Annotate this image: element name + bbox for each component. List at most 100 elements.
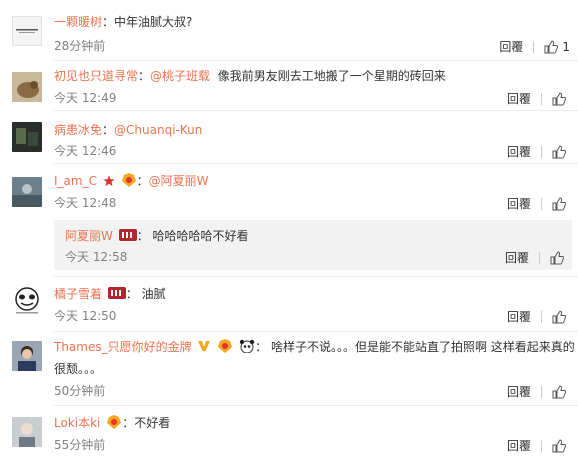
- divider: [541, 310, 542, 323]
- avatar-image: [12, 72, 42, 102]
- comment-time: 55分钟前: [54, 438, 106, 452]
- avatar-image: [12, 177, 42, 207]
- thumbs-up-icon[interactable]: [552, 196, 566, 211]
- comment-line: 一颗暖树：中年油腻大叔?: [54, 14, 192, 30]
- reply-time: 今天 12:58: [65, 250, 128, 264]
- thumbs-up-icon[interactable]: [550, 250, 564, 265]
- divider: [539, 251, 540, 264]
- comment-username[interactable]: Loki本ki: [54, 416, 100, 430]
- vip-badge-icon[interactable]: [217, 339, 233, 353]
- colon: ：: [136, 229, 153, 243]
- colon: ：: [125, 287, 142, 301]
- comment-text-continued: 很颓。。。: [54, 361, 102, 377]
- reply-button[interactable]: 回覆: [507, 383, 531, 400]
- comment-line: 初见也只道寻常：@桃子班载 像我前男友刚去工地搬了一个星期的砖回来: [54, 68, 446, 84]
- comment-text: 像我前男友刚去工地搬了一个星期的砖回来: [217, 69, 446, 83]
- comment-username[interactable]: 一颗暖树: [54, 15, 102, 29]
- comment-line: Thames_只愿你好的金牌 ： 啥样子不说。。。但是能不能站直了拍照啊 这样看…: [54, 339, 575, 355]
- reply-text: 哈哈哈哈哈不好看: [152, 229, 249, 243]
- comment-text: 啥样子不说。。。但是能不能站直了拍照啊 这样看起来真的: [270, 340, 575, 354]
- comment-line: 病患冰免：@Chuanqi-Kun: [54, 122, 202, 138]
- reply-button[interactable]: 回覆: [507, 143, 531, 160]
- panda-badge-icon[interactable]: [239, 339, 255, 353]
- comment-username[interactable]: 初见也只道寻常: [54, 69, 138, 83]
- avatar[interactable]: [12, 177, 42, 207]
- comment-actions: 回覆: [507, 308, 570, 325]
- comment-time: 28分钟前: [54, 39, 106, 53]
- thumbs-up-icon[interactable]: [544, 39, 559, 54]
- reply-username[interactable]: 阿夏丽W: [65, 229, 113, 243]
- comment-actions: 回覆: [507, 143, 570, 160]
- comment-username[interactable]: I_am_C: [54, 174, 97, 188]
- comment-time: 今天 12:46: [54, 144, 117, 158]
- avatar[interactable]: [12, 72, 42, 102]
- mention-link[interactable]: @Chuanqi-Kun: [114, 123, 202, 137]
- comment-text: 中年油腻大叔?: [114, 15, 193, 29]
- divider: [533, 40, 535, 53]
- avatar[interactable]: [12, 122, 42, 152]
- avatar-image: [12, 417, 42, 447]
- vip-badge-icon[interactable]: [106, 415, 122, 429]
- colon: ：: [102, 123, 115, 137]
- comment-actions: 回覆: [507, 90, 570, 107]
- comment-line: I_am_C ：@阿夏丽W: [54, 173, 209, 189]
- comment-username[interactable]: 病患冰免: [54, 123, 102, 137]
- divider: [54, 110, 578, 111]
- comment-text: 油腻: [141, 287, 166, 301]
- thumbs-up-icon[interactable]: [552, 91, 566, 106]
- colon: ：: [255, 340, 271, 354]
- reply-actions: 回覆: [505, 249, 568, 266]
- comment-text: 不好看: [134, 416, 171, 430]
- reply-button[interactable]: 回覆: [507, 90, 531, 107]
- comment-username[interactable]: 橘子雪着: [54, 287, 102, 301]
- vip-badge-icon[interactable]: [121, 173, 137, 187]
- divider: [541, 439, 542, 452]
- reply-box: 阿夏丽W ： 哈哈哈哈哈不好看 今天 12:58 回覆: [54, 220, 572, 270]
- avatar[interactable]: [12, 16, 42, 46]
- divider: [54, 405, 578, 406]
- divider: [54, 60, 578, 61]
- comment-line: 橘子雪着 ： 油腻: [54, 286, 166, 302]
- divider: [541, 197, 542, 210]
- avatar-image: [16, 29, 38, 33]
- member-badge-icon[interactable]: [118, 228, 137, 242]
- comment-username[interactable]: Thames_只愿你好的金牌: [54, 340, 192, 354]
- like-count: 1: [562, 39, 570, 54]
- thumbs-up-icon[interactable]: [552, 144, 566, 159]
- reply-button[interactable]: 回覆: [499, 38, 523, 55]
- avatar-image: [12, 341, 42, 371]
- comment-time: 今天 12:48: [54, 196, 117, 210]
- comment-time: 50分钟前: [54, 384, 106, 398]
- member-badge-icon[interactable]: [107, 286, 126, 300]
- comment-time: 今天 12:49: [54, 91, 117, 105]
- reply-button[interactable]: 回覆: [505, 249, 529, 266]
- reply-line: 阿夏丽W ： 哈哈哈哈哈不好看: [65, 228, 249, 244]
- thumbs-up-icon[interactable]: [552, 438, 566, 453]
- colon: ：: [138, 69, 151, 83]
- divider: [54, 276, 578, 277]
- avatar[interactable]: [12, 286, 42, 316]
- reply-button[interactable]: 回覆: [507, 437, 531, 454]
- mention-link[interactable]: @阿夏丽W: [149, 174, 209, 188]
- comment-actions: 回覆: [507, 383, 570, 400]
- divider: [541, 92, 542, 105]
- divider: [541, 145, 542, 158]
- colon: ：: [122, 416, 135, 430]
- comment-line: Loki本ki ：不好看: [54, 415, 170, 431]
- reply-button[interactable]: 回覆: [507, 195, 531, 212]
- divider: [54, 163, 578, 164]
- avatar[interactable]: [12, 341, 42, 371]
- avatar-image: [12, 122, 42, 152]
- comment-text: 很颓。。。: [54, 362, 103, 376]
- reply-button[interactable]: 回覆: [507, 308, 531, 325]
- colon: ：: [136, 174, 149, 188]
- verified-v-icon[interactable]: [197, 339, 211, 353]
- avatar-image: [15, 287, 39, 314]
- divider: [54, 331, 578, 332]
- thumbs-up-icon[interactable]: [552, 309, 566, 324]
- thumbs-up-icon[interactable]: [552, 384, 566, 399]
- star-badge-icon[interactable]: [103, 175, 115, 187]
- mention-link[interactable]: @桃子班载: [150, 69, 210, 83]
- avatar[interactable]: [12, 417, 42, 447]
- divider: [541, 385, 542, 398]
